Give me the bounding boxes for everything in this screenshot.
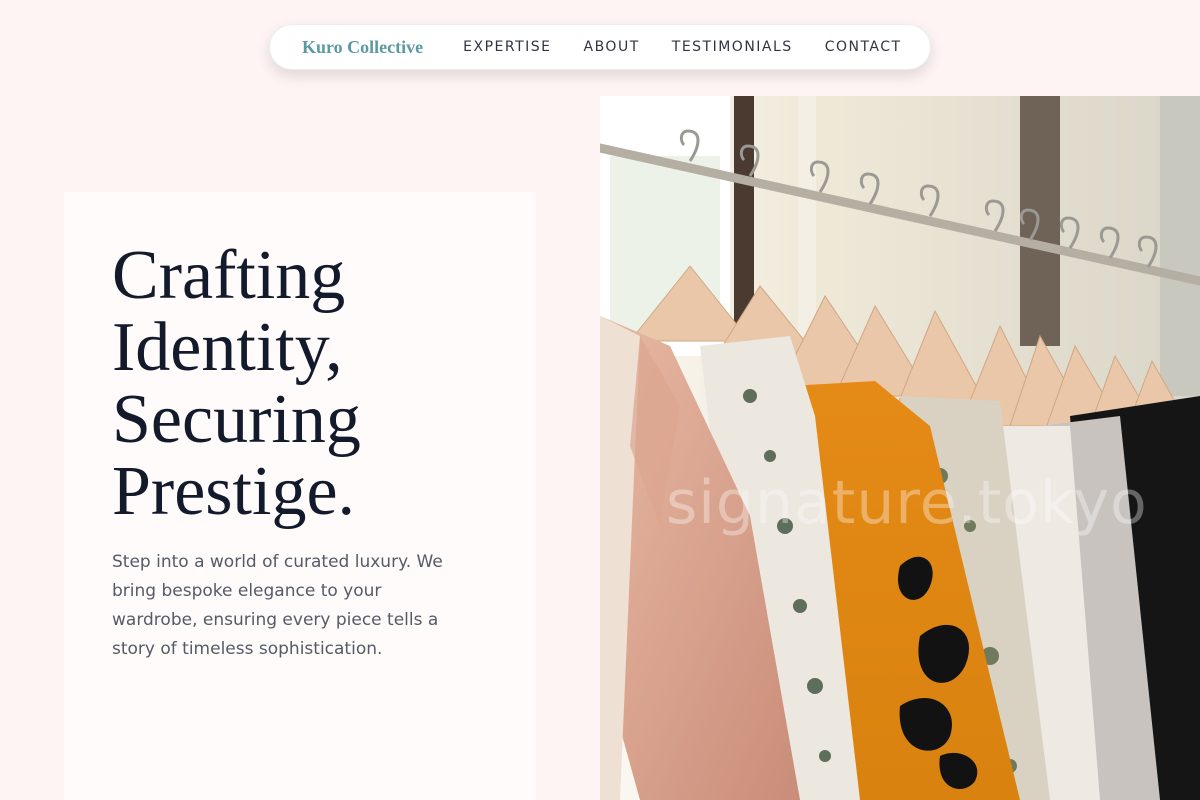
hero-title-line-2: Identity,	[112, 309, 343, 386]
hero-title-line-3: Securing	[112, 381, 361, 458]
hero-title: Crafting Identity, Securing Prestige.	[112, 240, 452, 528]
nav-link-contact[interactable]: CONTACT	[825, 39, 902, 55]
clothing-rack-photo: signature.tokyo	[600, 96, 1200, 800]
hero-title-line-4: Prestige.	[112, 453, 356, 530]
nav-link-testimonials[interactable]: TESTIMONIALS	[672, 39, 793, 55]
clothing-rack-illustration	[600, 96, 1200, 800]
hero-card: Crafting Identity, Securing Prestige. St…	[64, 192, 536, 800]
nav-link-about[interactable]: ABOUT	[584, 39, 640, 55]
top-navigation: Kuro Collective EXPERTISE ABOUT TESTIMON…	[269, 24, 931, 70]
hero-description: Step into a world of curated luxury. We …	[112, 552, 443, 659]
photo-watermark: signature.tokyo	[666, 468, 1148, 538]
brand-logo[interactable]: Kuro Collective	[302, 37, 423, 58]
hero-title-line-1: Crafting	[112, 237, 346, 314]
nav-link-expertise[interactable]: EXPERTISE	[463, 39, 551, 55]
